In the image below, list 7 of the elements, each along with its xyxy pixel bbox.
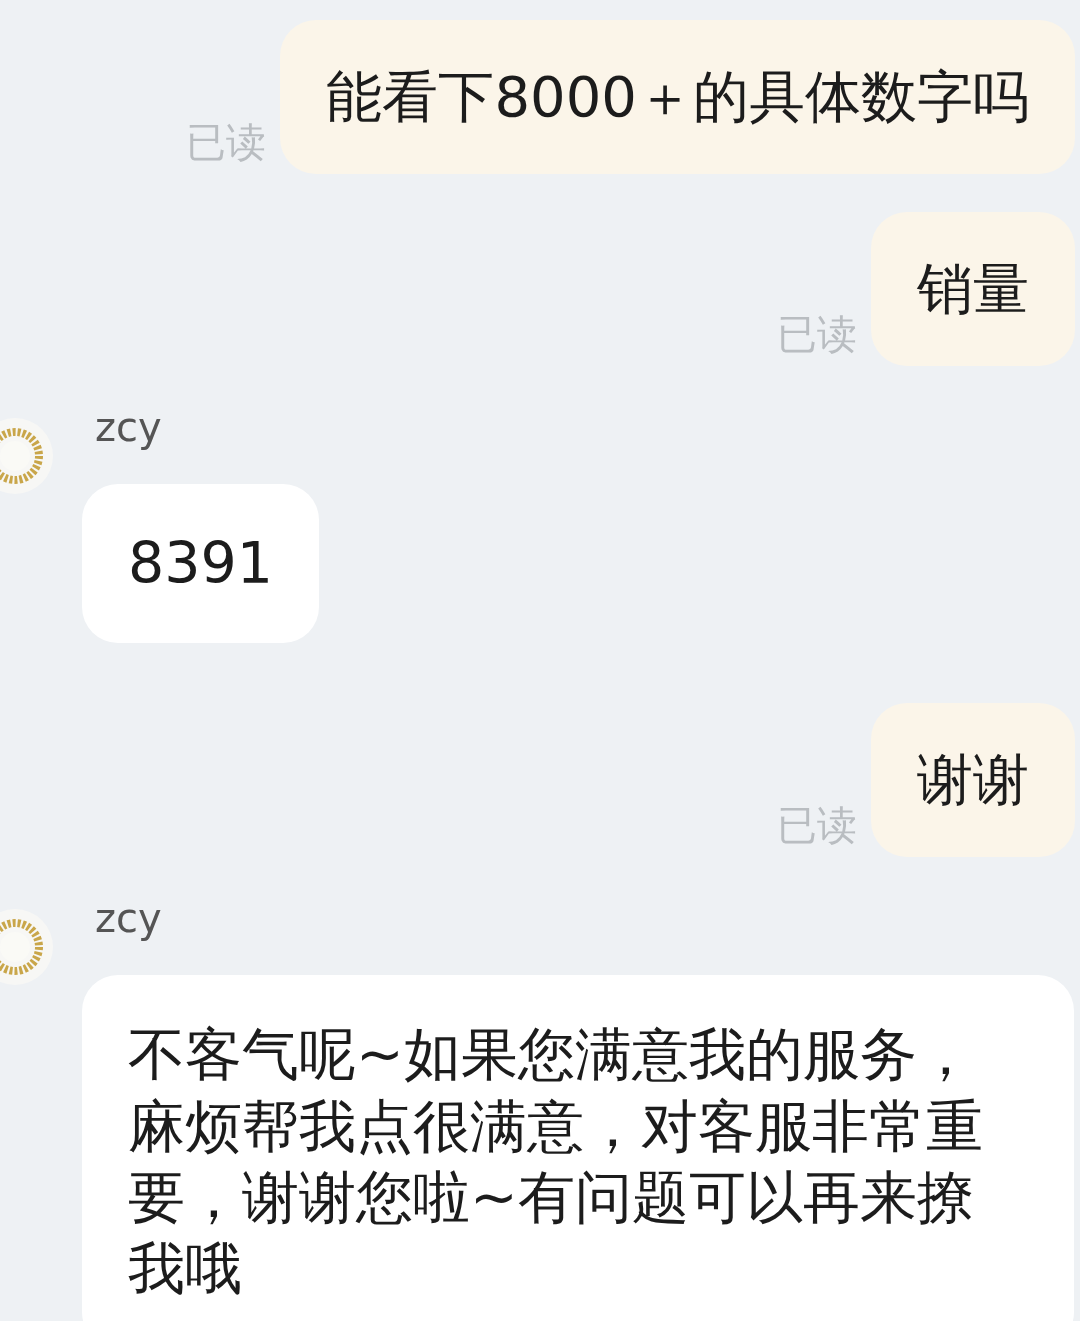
message-bubble: 能看下8000＋的具体数字吗 [280, 20, 1075, 174]
sender-name: zcy [95, 895, 162, 942]
message-bubble: 谢谢 [871, 703, 1075, 858]
message-bubble: 销量 [871, 212, 1075, 366]
message-bubble: 8391 [82, 484, 320, 644]
sender-name: zcy [95, 404, 162, 450]
message-bubble: 不客气呢~如果您满意我的服务，麻烦帮我点很满意，对客服非常重要，谢谢您啦~有问题可以再来撩我哦 [82, 975, 1074, 1321]
